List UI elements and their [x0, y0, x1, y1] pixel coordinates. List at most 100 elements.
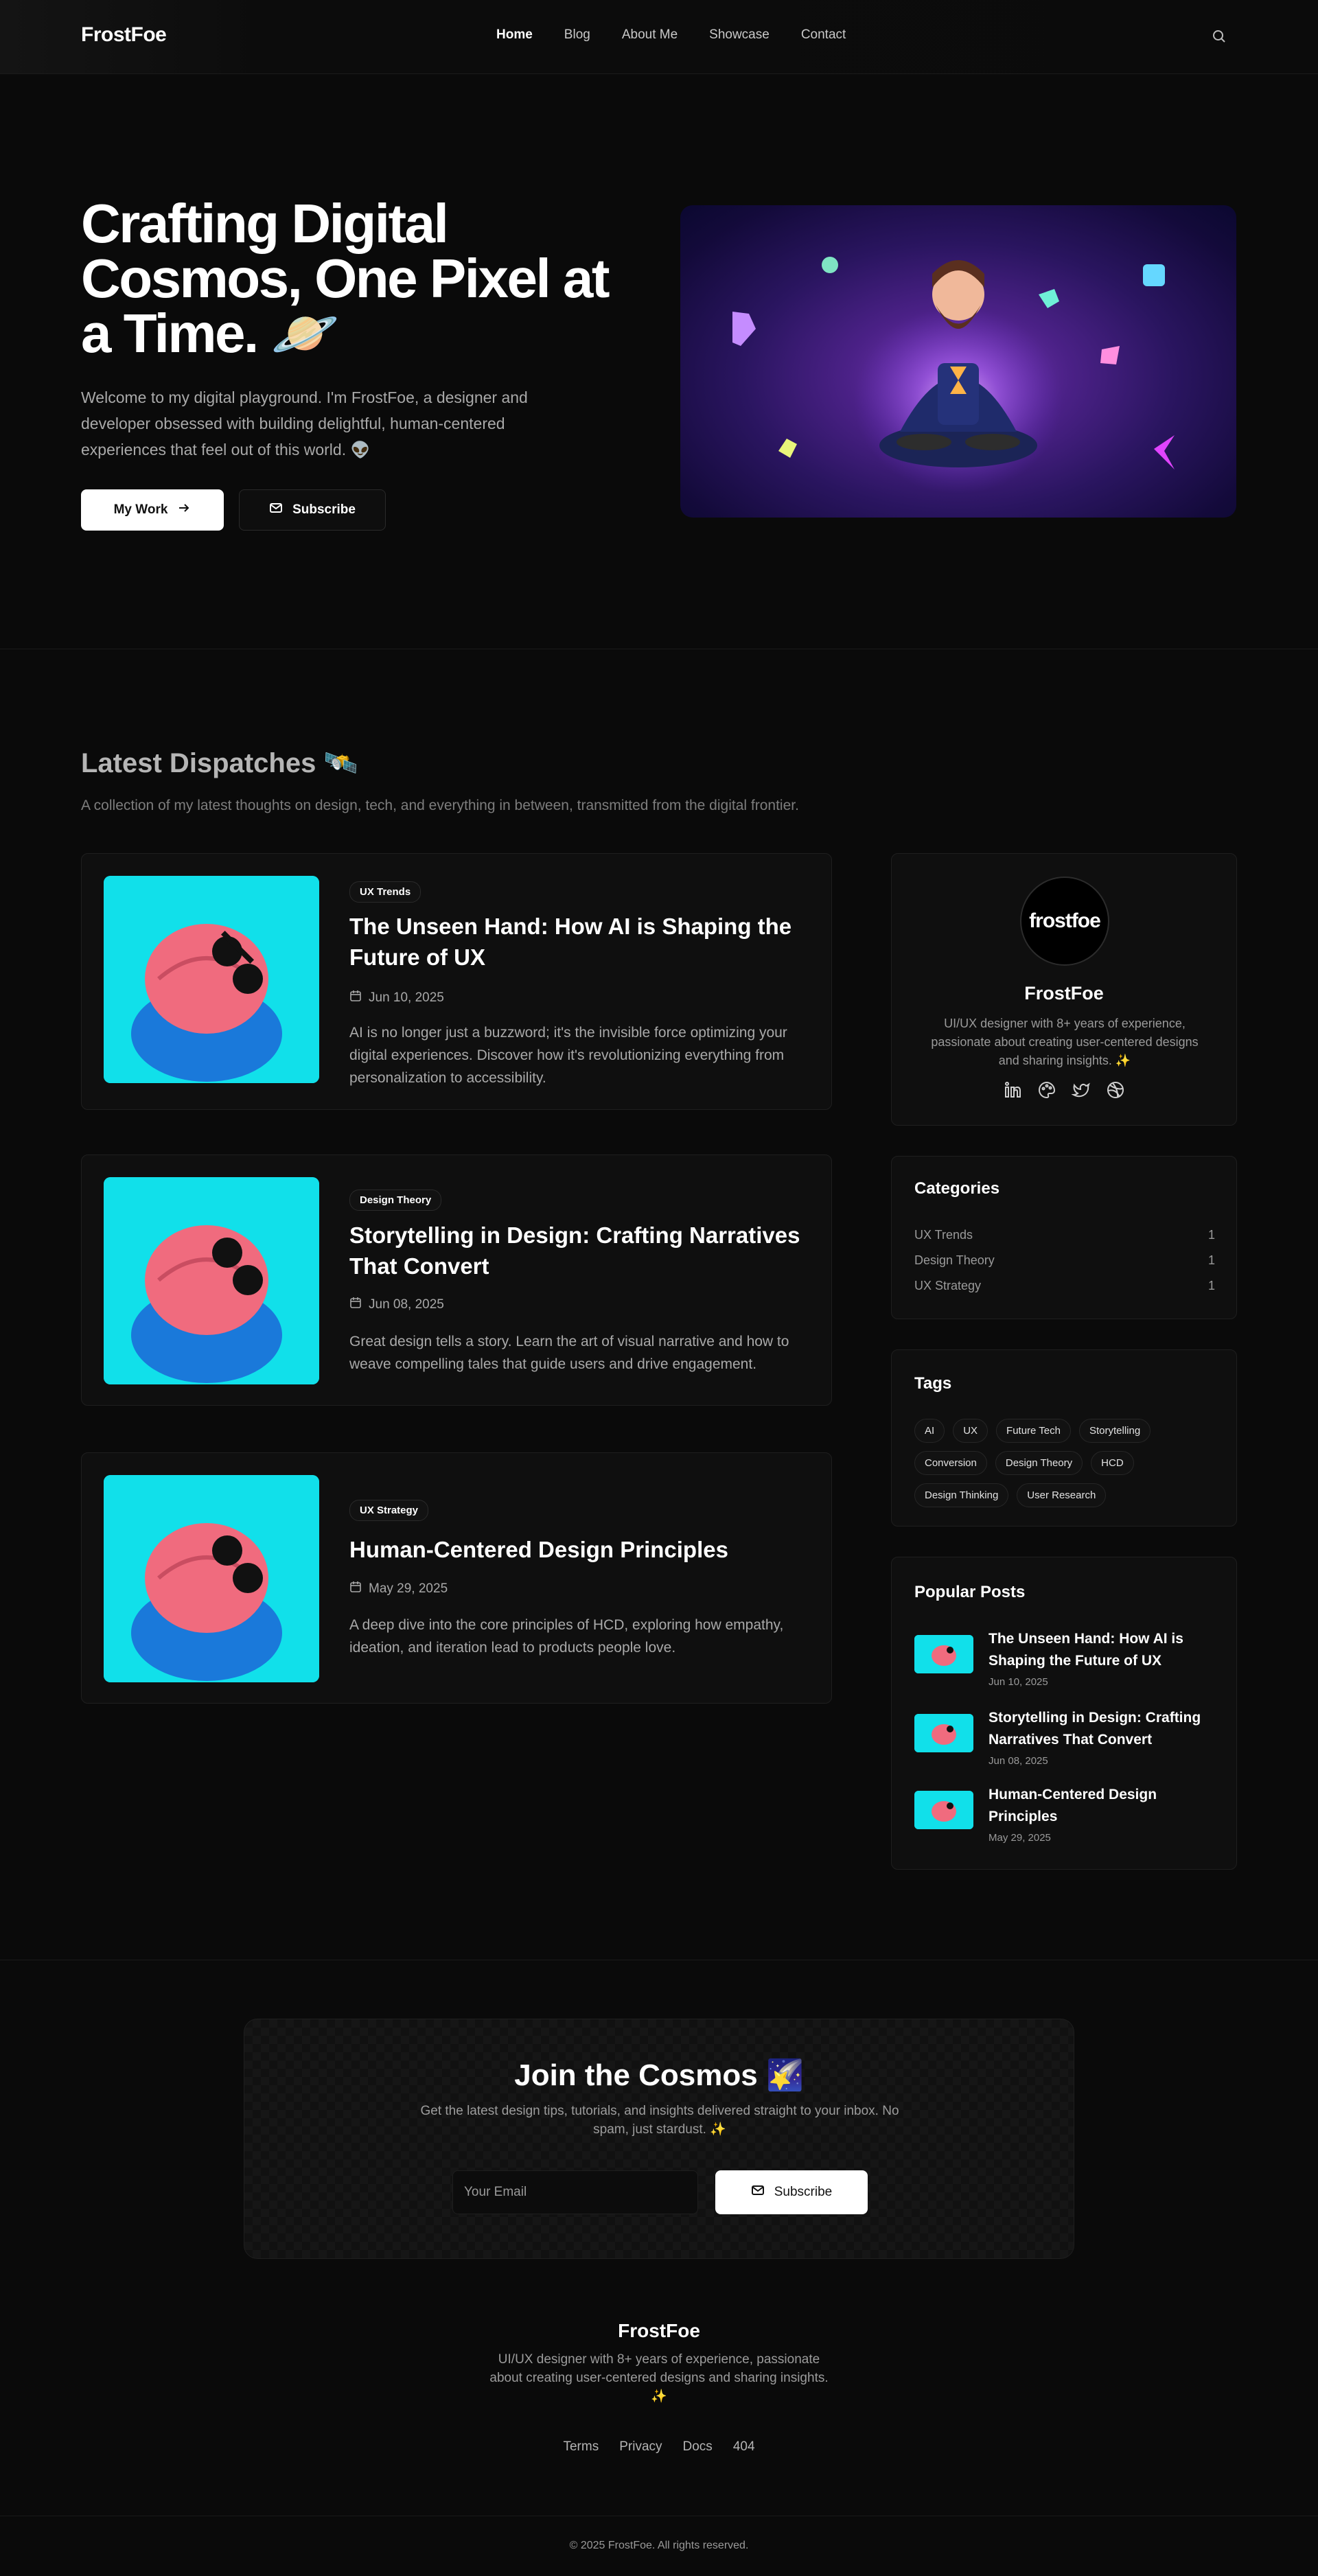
- tag-chip[interactable]: Storytelling: [1078, 1419, 1151, 1443]
- footer-logo[interactable]: FrostFoe: [0, 2320, 1318, 2342]
- category-item[interactable]: UX Trends 1: [914, 1228, 1215, 1242]
- category-name: UX Strategy: [914, 1279, 982, 1292]
- nav-link-showcase[interactable]: Showcase: [709, 27, 770, 43]
- post-date: Jun 10, 2025: [349, 990, 444, 1006]
- profile-name: FrostFoe: [1024, 983, 1104, 1003]
- post-thumbnail[interactable]: [104, 1177, 319, 1384]
- post-date-text: May 29, 2025: [369, 1581, 448, 1596]
- newsletter-subscribe-label: Subscribe: [774, 2185, 833, 2199]
- post-thumbnail[interactable]: [104, 876, 319, 1083]
- palette-icon[interactable]: [1037, 1080, 1056, 1100]
- nav-link-home[interactable]: Home: [496, 27, 533, 43]
- newsletter-description: Get the latest design tips, tutorials, a…: [420, 2104, 899, 2137]
- category-name: Design Theory: [914, 1253, 995, 1267]
- popular-post-date: May 29, 2025: [988, 1832, 1051, 1844]
- footer-link-terms[interactable]: Terms: [563, 2439, 599, 2455]
- site-logo[interactable]: FrostFoe: [81, 23, 167, 47]
- newsletter-title: Join the Cosmos 🌠: [514, 2058, 804, 2092]
- tag-chip[interactable]: Design Theory: [995, 1451, 1083, 1475]
- calendar-icon: [349, 1297, 362, 1313]
- popular-post-title: The Unseen Hand: How AI is Shaping the F…: [988, 1631, 1183, 1669]
- post-date: May 29, 2025: [349, 1581, 448, 1597]
- category-count: 1: [1207, 1279, 1215, 1292]
- hero-subscribe-button[interactable]: Subscribe: [239, 489, 386, 531]
- calendar-icon: [349, 1581, 362, 1597]
- popular-post-title: Human-Centered Design Principles: [988, 1787, 1157, 1824]
- post-card[interactable]: UX Trends The Unseen Hand: How AI is Sha…: [81, 853, 832, 1110]
- category-badge[interactable]: UX Strategy: [349, 1500, 429, 1521]
- category-count: 1: [1207, 1253, 1215, 1267]
- nav-link-about[interactable]: About Me: [622, 27, 678, 43]
- category-item[interactable]: Design Theory 1: [914, 1253, 1215, 1268]
- nav-link-blog[interactable]: Blog: [564, 27, 590, 43]
- popular-post-title: Storytelling in Design: Crafting Narrati…: [988, 1710, 1201, 1748]
- profile-card: frostfoe FrostFoe UI/UX designer with 8+…: [891, 853, 1237, 1126]
- popular-post-item[interactable]: The Unseen Hand: How AI is Shaping the F…: [914, 1628, 1216, 1697]
- popular-posts-card: Popular Posts The Unseen Hand: How AI is…: [891, 1557, 1237, 1870]
- post-title[interactable]: Human-Centered Design Principles: [349, 1534, 802, 1565]
- arrow-right-icon: [177, 501, 191, 519]
- category-name: UX Trends: [914, 1228, 973, 1242]
- newsletter-subscribe-button[interactable]: Subscribe: [715, 2170, 868, 2214]
- category-count: 1: [1207, 1228, 1215, 1242]
- popular-posts-title: Popular Posts: [914, 1583, 1026, 1601]
- post-date-text: Jun 10, 2025: [369, 990, 444, 1005]
- footer-link-docs[interactable]: Docs: [683, 2439, 713, 2455]
- tag-list: AI UX Future Tech Storytelling Conversio…: [914, 1419, 1216, 1507]
- mail-icon: [751, 2184, 765, 2201]
- post-excerpt: Great design tells a story. Learn the ar…: [349, 1334, 789, 1372]
- hero-illustration: [680, 205, 1236, 518]
- post-excerpt: A deep dive into the core principles of …: [349, 1617, 784, 1656]
- tag-chip[interactable]: Future Tech: [996, 1419, 1071, 1443]
- dispatches-subtitle: A collection of my latest thoughts on de…: [81, 798, 799, 813]
- calendar-icon: [349, 990, 362, 1006]
- search-icon[interactable]: [1211, 28, 1227, 45]
- tag-chip[interactable]: Design Thinking: [914, 1483, 1009, 1507]
- footer-links: Terms Privacy Docs 404: [0, 2439, 1318, 2455]
- footer-link-404[interactable]: 404: [733, 2439, 755, 2455]
- post-thumbnail[interactable]: [104, 1475, 319, 1682]
- post-card[interactable]: UX Strategy Human-Centered Design Princi…: [81, 1452, 832, 1704]
- my-work-button[interactable]: My Work: [81, 489, 224, 531]
- popular-post-date: Jun 10, 2025: [988, 1676, 1048, 1688]
- newsletter-section: Join the Cosmos 🌠 Get the latest design …: [244, 2019, 1074, 2259]
- categories-card: Categories UX Trends 1 Design Theory 1 U…: [891, 1156, 1237, 1319]
- twitter-icon[interactable]: [1071, 1080, 1091, 1100]
- hero-section: Crafting Digital Cosmos, One Pixel at a …: [0, 74, 1318, 649]
- social-links: [892, 1080, 1236, 1100]
- hero-subscribe-label: Subscribe: [292, 502, 356, 517]
- categories-title: Categories: [914, 1179, 1000, 1198]
- tags-title: Tags: [914, 1374, 952, 1393]
- dribbble-icon[interactable]: [1106, 1080, 1125, 1100]
- post-date: Jun 08, 2025: [349, 1297, 444, 1313]
- category-badge[interactable]: Design Theory: [349, 1190, 442, 1211]
- popular-post-thumbnail: [914, 1791, 973, 1829]
- tag-chip[interactable]: AI: [914, 1419, 945, 1443]
- email-input[interactable]: [452, 2170, 698, 2214]
- tag-chip[interactable]: Conversion: [914, 1451, 987, 1475]
- popular-post-date: Jun 08, 2025: [988, 1755, 1048, 1767]
- copyright-text: © 2025 FrostFoe. All rights reserved.: [569, 2540, 749, 2551]
- popular-post-item[interactable]: Human-Centered Design Principles May 29,…: [914, 1784, 1216, 1853]
- footer-link-privacy[interactable]: Privacy: [619, 2439, 662, 2455]
- nav-links: Home Blog About Me Showcase Contact: [496, 27, 877, 43]
- post-title[interactable]: The Unseen Hand: How AI is Shaping the F…: [349, 911, 802, 973]
- post-date-text: Jun 08, 2025: [369, 1297, 444, 1312]
- tag-chip[interactable]: HCD: [1091, 1451, 1134, 1475]
- category-badge[interactable]: UX Trends: [349, 881, 421, 903]
- popular-post-item[interactable]: Storytelling in Design: Crafting Narrati…: [914, 1707, 1216, 1776]
- category-item[interactable]: UX Strategy 1: [914, 1279, 1215, 1293]
- tag-chip[interactable]: UX: [953, 1419, 988, 1443]
- tag-chip[interactable]: User Research: [1017, 1483, 1107, 1507]
- top-navigation: FrostFoe Home Blog About Me Showcase Con…: [0, 0, 1318, 74]
- post-card[interactable]: Design Theory Storytelling in Design: Cr…: [81, 1154, 832, 1406]
- mail-icon: [269, 502, 283, 518]
- hero-description: Welcome to my digital playground. I'm Fr…: [81, 388, 528, 459]
- nav-link-contact[interactable]: Contact: [801, 27, 846, 43]
- post-title[interactable]: Storytelling in Design: Crafting Narrati…: [349, 1220, 802, 1281]
- linkedin-icon[interactable]: [1003, 1080, 1022, 1100]
- popular-post-thumbnail: [914, 1635, 973, 1673]
- footer-description: UI/UX designer with 8+ years of experien…: [489, 2352, 829, 2404]
- dispatches-title: Latest Dispatches 🛰️: [81, 748, 358, 778]
- profile-bio: UI/UX designer with 8+ years of experien…: [931, 1017, 1199, 1067]
